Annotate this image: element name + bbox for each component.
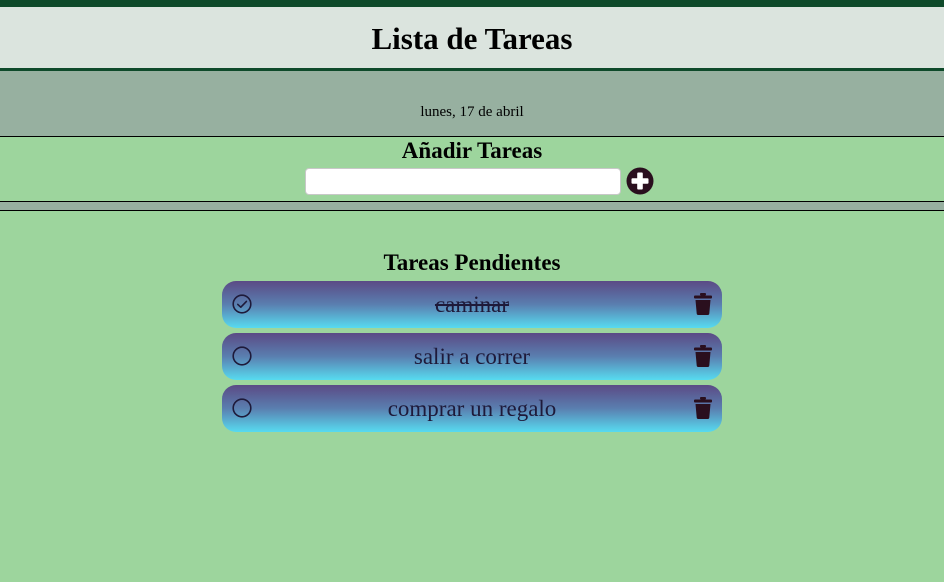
trash-icon[interactable] [694,345,712,367]
new-task-input[interactable] [304,167,621,195]
plus-circle-icon[interactable] [626,167,654,195]
task-text: comprar un regalo [387,395,557,421]
task-item: salir a correr [222,333,722,380]
check-circle-icon[interactable] [232,294,252,314]
pending-tasks-section: Tareas Pendientes caminar salir a correr [0,249,944,432]
page-title: Lista de Tareas [371,20,573,56]
circle-icon[interactable] [232,346,252,366]
task-item: caminar [222,281,722,328]
task-item: comprar un regalo [222,385,722,432]
task-text: caminar [434,291,510,317]
add-task-section: Añadir Tareas [0,137,944,201]
task-text: salir a correr [413,343,531,369]
task-list: caminar salir a correr comprar un regalo [222,281,722,432]
add-task-heading: Añadir Tareas [401,138,543,163]
add-task-row [0,167,944,195]
date-band: lunes, 17 de abril [0,71,944,137]
trash-icon[interactable] [694,293,712,315]
section-divider [0,201,944,211]
top-accent-bar [0,0,944,7]
pending-tasks-heading: Tareas Pendientes [383,250,561,275]
current-date: lunes, 17 de abril [420,104,524,120]
app-header: Lista de Tareas [0,7,944,71]
circle-icon[interactable] [232,398,252,418]
trash-icon[interactable] [694,397,712,419]
